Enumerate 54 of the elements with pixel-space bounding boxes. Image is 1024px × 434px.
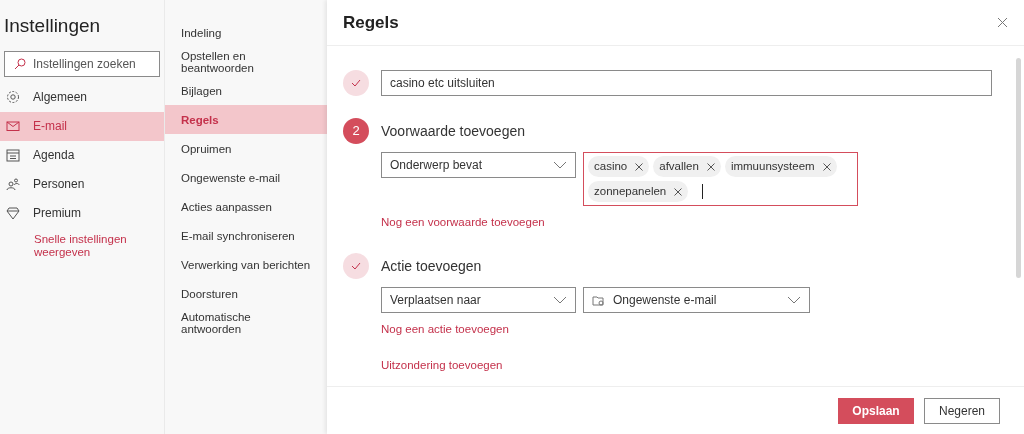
keyword-tag: immuunsysteem (724, 156, 837, 177)
step-title: Actie toevoegen (381, 257, 483, 277)
nav-item[interactable]: Premium (0, 198, 164, 228)
subnav-item[interactable]: Acties aanpassen (165, 192, 327, 221)
action-select[interactable]: Verplaatsen naar (381, 287, 576, 314)
remove-icon[interactable] (635, 162, 644, 171)
remove-icon[interactable] (822, 162, 831, 171)
subnav-item[interactable]: Ongewenste e-mail (165, 163, 327, 192)
add-link[interactable]: Uitzondering toevoegen (381, 356, 503, 374)
discard-button[interactable]: Negeren (924, 397, 1000, 424)
people-icon (6, 177, 20, 191)
diamond-icon (6, 206, 20, 220)
keywords-field[interactable]: casino afvallen immuunsysteem zonnepanelen (583, 152, 858, 206)
subnav-item[interactable]: Automatische antwoorden (165, 308, 327, 337)
close-icon[interactable] (997, 17, 1008, 28)
nav-item[interactable]: E-mail (0, 111, 164, 141)
subnav-item[interactable]: Opruimen (165, 134, 327, 163)
gear-icon (6, 90, 20, 104)
subnav-item[interactable]: Opstellen en beantwoorden (165, 47, 327, 76)
search-field[interactable]: Instellingen zoeken (4, 50, 160, 77)
chevron-down-icon (787, 296, 801, 305)
subnav-item[interactable]: E-mail synchroniseren (165, 221, 327, 250)
check-icon (351, 262, 361, 271)
subnav-item[interactable]: Indeling (165, 18, 327, 47)
folder-icon (592, 294, 605, 306)
subnav-item[interactable]: Regels (165, 105, 327, 134)
rule-name-field[interactable]: casino etc uitsluiten (381, 70, 992, 96)
quick-settings-link[interactable]: Snelle instellingen weergeven (0, 232, 164, 259)
nav-item[interactable]: Agenda (0, 140, 164, 170)
save-button[interactable]: Opslaan (838, 397, 914, 424)
subnav-item[interactable]: Doorsturen (165, 279, 327, 308)
keyword-tag: casino (588, 156, 650, 177)
chevron-down-icon (553, 161, 567, 169)
calendar-icon (6, 148, 20, 162)
search-icon (14, 57, 26, 70)
add-link[interactable]: Nog een voorwaarde toevoegen (381, 214, 545, 232)
settings-title: Instellingen (3, 14, 102, 38)
folder-select[interactable]: Ongewenste e-mail (583, 287, 810, 314)
nav-item[interactable]: Algemeen (0, 82, 164, 112)
condition-select[interactable]: Onderwerp bevat (381, 152, 576, 178)
chevron-down-icon (553, 296, 567, 305)
keyword-tag: zonnepanelen (588, 181, 689, 202)
panel-title: Regels (343, 11, 399, 34)
step-title: Voorwaarde toevoegen (381, 122, 526, 141)
add-link[interactable]: Nog een actie toevoegen (381, 321, 509, 339)
remove-icon[interactable] (706, 162, 715, 171)
nav-item[interactable]: Personen (0, 169, 164, 199)
subnav-item[interactable]: Bijlagen (165, 76, 327, 105)
mail-icon (6, 119, 20, 133)
subnav-item[interactable]: Verwerking van berichten (165, 250, 327, 279)
keyword-tag: afvallen (653, 156, 721, 177)
check-icon (351, 79, 361, 87)
remove-icon[interactable] (674, 187, 683, 196)
step-number: 2 (343, 118, 369, 144)
